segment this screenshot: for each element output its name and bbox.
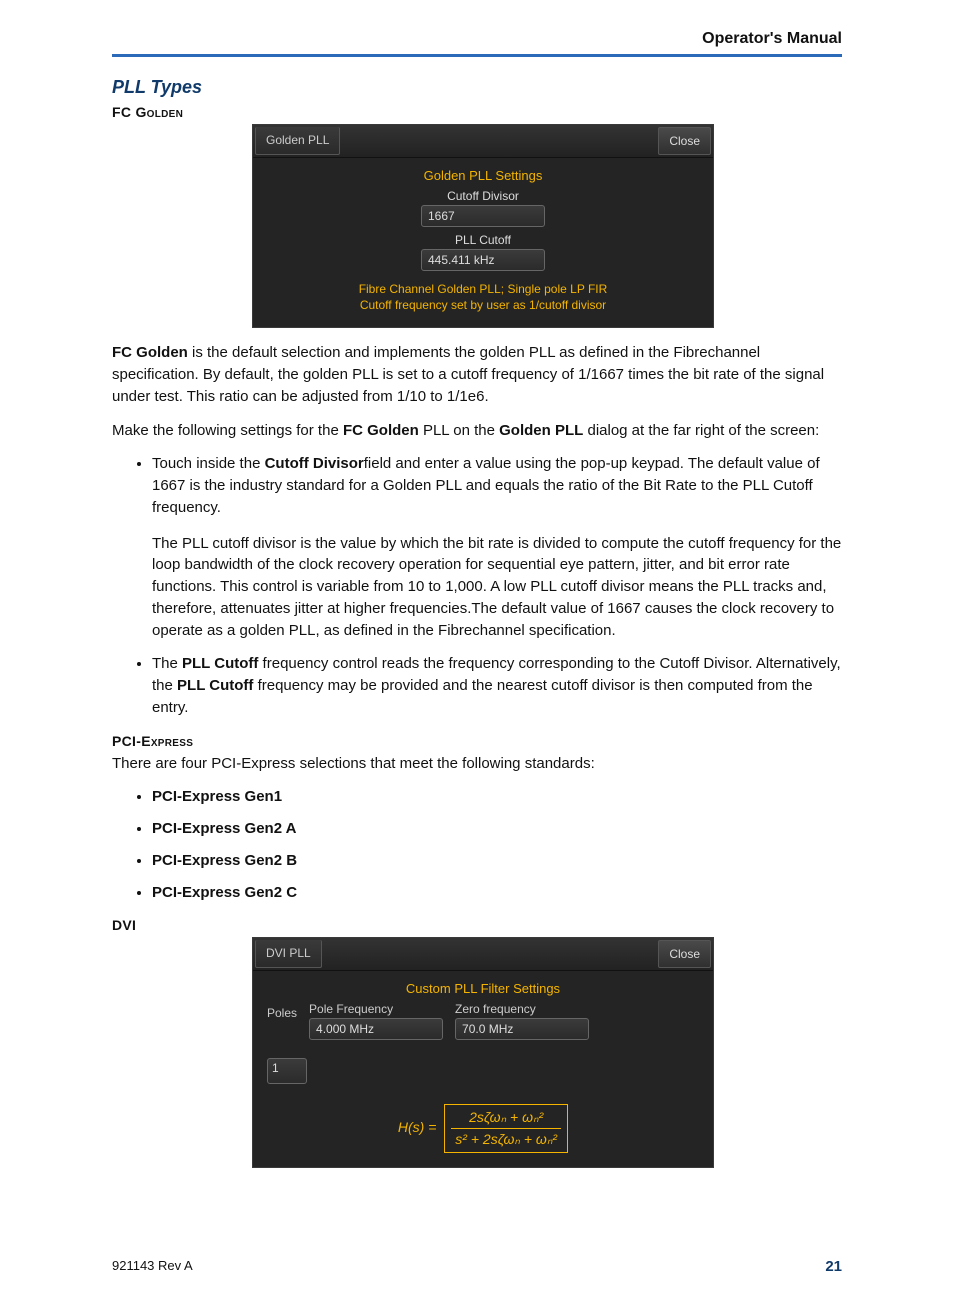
- golden-pll-tab[interactable]: Golden PLL: [255, 127, 340, 155]
- heading-pci-express: PCI-Express: [112, 733, 842, 749]
- poles-input[interactable]: 1: [267, 1058, 307, 1084]
- transfer-function-formula: H(s) = 2sζωₙ + ωₙ² s² + 2sζωₙ + ωₙ²: [267, 1104, 699, 1153]
- golden-pll-desc-1: Fibre Channel Golden PLL; Single pole LP…: [267, 281, 699, 297]
- fc-bullet-1: Touch inside the Cutoff Divisorfield and…: [152, 453, 842, 518]
- pci-item-1: PCI-Express Gen1: [152, 786, 842, 808]
- dvi-pll-dialog: DVI PLL Close Custom PLL Filter Settings…: [252, 937, 714, 1168]
- fc-golden-intro: FC Golden is the default selection and i…: [112, 342, 842, 407]
- doc-id: 921143 Rev A: [112, 1258, 193, 1275]
- pole-freq-input[interactable]: 4.000 MHz: [309, 1018, 443, 1040]
- dvi-settings-title: Custom PLL Filter Settings: [267, 981, 699, 996]
- cutoff-divisor-label: Cutoff Divisor: [267, 189, 699, 203]
- fc-golden-settings-sentence: Make the following settings for the FC G…: [112, 420, 842, 442]
- pci-item-3: PCI-Express Gen2 B: [152, 850, 842, 872]
- pci-item-4: PCI-Express Gen2 C: [152, 882, 842, 904]
- pll-cutoff-input[interactable]: 445.411 kHz: [421, 249, 545, 271]
- section-title-pll-types: PLL Types: [112, 77, 842, 98]
- dvi-pll-tab[interactable]: DVI PLL: [255, 940, 322, 968]
- pll-cutoff-label: PLL Cutoff: [267, 233, 699, 247]
- page-number: 21: [825, 1258, 842, 1275]
- zero-freq-label: Zero frequency: [455, 1002, 589, 1016]
- pci-item-2: PCI-Express Gen2 A: [152, 818, 842, 840]
- golden-pll-dialog: Golden PLL Close Golden PLL Settings Cut…: [252, 124, 714, 328]
- cutoff-divisor-input[interactable]: 1667: [421, 205, 545, 227]
- pole-freq-label: Pole Frequency: [309, 1002, 443, 1016]
- poles-label: Poles: [267, 1002, 297, 1020]
- fc-bullet-2: The PLL Cutoff frequency control reads t…: [152, 653, 842, 718]
- header-manual-title: Operator's Manual: [112, 30, 842, 57]
- pci-intro: There are four PCI-Express selections th…: [112, 753, 842, 775]
- heading-dvi: DVI: [112, 917, 842, 933]
- heading-fc-golden: FC Golden: [112, 104, 842, 120]
- close-button[interactable]: Close: [658, 940, 711, 968]
- fc-bullet-1-para2: The PLL cutoff divisor is the value by w…: [152, 533, 842, 642]
- zero-freq-input[interactable]: 70.0 MHz: [455, 1018, 589, 1040]
- golden-pll-desc-2: Cutoff frequency set by user as 1/cutoff…: [267, 297, 699, 313]
- golden-pll-settings-title: Golden PLL Settings: [267, 168, 699, 183]
- close-button[interactable]: Close: [658, 127, 711, 155]
